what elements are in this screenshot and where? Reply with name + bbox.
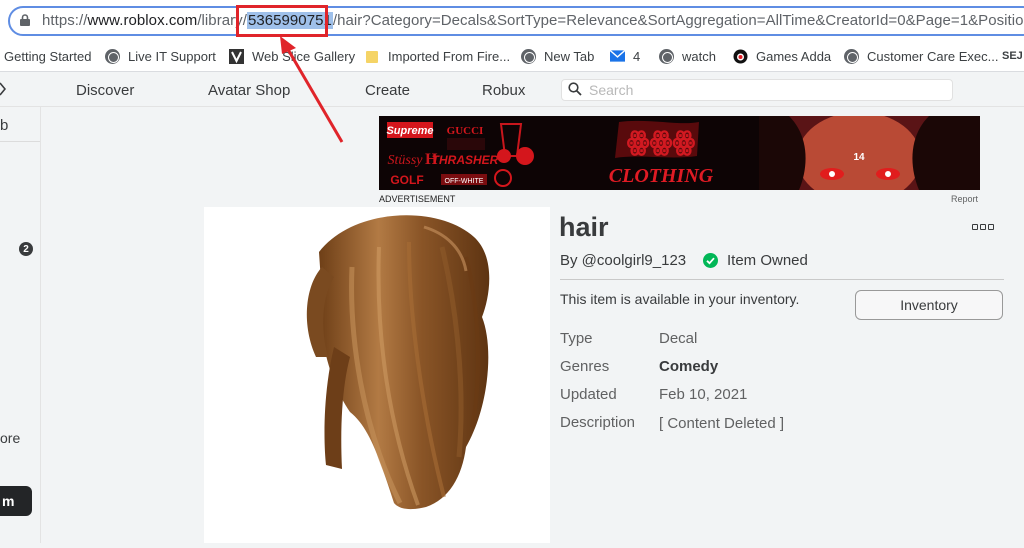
ad-word-supreme: Supreme xyxy=(386,125,433,137)
hair-item-image xyxy=(306,215,490,510)
globe-icon xyxy=(659,48,674,64)
games-adda-icon xyxy=(733,49,748,64)
details-divider xyxy=(560,279,1004,280)
field-value-type: Decal xyxy=(659,330,698,347)
bookmark-watch[interactable]: watch xyxy=(659,46,716,66)
bookmark-sej[interactable]: SEJ xyxy=(1002,46,1023,66)
ad-word-14: 14 xyxy=(853,152,865,163)
ad-word-offwhite: OFF-WHITE xyxy=(445,178,484,185)
search-input[interactable] xyxy=(589,80,939,100)
bookmark-label: Imported From Fire... xyxy=(388,48,511,64)
bookmark-label: SEJ xyxy=(1002,50,1023,62)
bookmark-label: Customer Care Exec... xyxy=(867,48,999,64)
notification-badge: 2 xyxy=(19,242,33,256)
bookmark-new-tab[interactable]: New Tab xyxy=(521,46,594,66)
url-host: www.roblox.com xyxy=(87,12,198,29)
svg-text:ꙮꙮꙮ: ꙮꙮꙮ xyxy=(627,127,696,156)
sidebar-divider xyxy=(0,141,40,142)
bookmark-customer-care[interactable]: Customer Care Exec... xyxy=(844,46,999,66)
ad-word-thrasher: THRASHER xyxy=(432,153,499,167)
globe-icon xyxy=(521,48,536,64)
ad-word-gucci: GUCCI xyxy=(447,125,484,137)
checkmark-icon xyxy=(703,253,718,268)
search-icon xyxy=(568,82,582,96)
annotation-arrow-icon xyxy=(280,36,344,143)
item-title: hair xyxy=(559,212,609,242)
ad-banner-artwork: Supreme GUCCI Stüssy H THRASHER GOLF OFF… xyxy=(379,116,980,190)
sidebar-item-more[interactable]: ore xyxy=(0,430,20,446)
bookmark-imported-from-firefox[interactable]: Imported From Fire... xyxy=(365,46,510,66)
nav-discover[interactable]: Discover xyxy=(76,82,134,99)
sidebar-button-partial[interactable]: m xyxy=(0,486,32,516)
field-value-genres[interactable]: Comedy xyxy=(659,358,718,375)
bookmark-label: watch xyxy=(682,48,716,64)
web-slice-icon xyxy=(229,48,244,64)
bookmark-label: 4 xyxy=(633,48,641,64)
bookmark-games-adda[interactable]: Games Adda xyxy=(733,46,831,66)
globe-icon xyxy=(105,48,120,64)
url-prefix: https:// xyxy=(42,12,88,29)
more-options-icon[interactable] xyxy=(972,224,994,230)
field-label-description: Description xyxy=(560,414,636,431)
lock-icon xyxy=(20,14,30,26)
item-owned-text: Item Owned xyxy=(727,252,808,269)
left-sidebar xyxy=(0,107,41,543)
folder-icon xyxy=(365,49,380,64)
bookmark-label: New Tab xyxy=(544,48,595,64)
field-label-genres: Genres xyxy=(560,358,610,375)
url-text[interactable]: https://www.roblox.com/library/536599075… xyxy=(42,12,1024,29)
field-label-updated: Updated xyxy=(560,386,617,403)
svg-text:Stüssy: Stüssy xyxy=(388,153,424,168)
url-path-after: /hair?Category=Decals&SortType=Relevance… xyxy=(332,12,1024,29)
nav-create[interactable]: Create xyxy=(365,82,410,99)
ad-banner[interactable]: Supreme GUCCI Stüssy H THRASHER GOLF OFF… xyxy=(379,116,980,190)
bookmark-label: Games Adda xyxy=(756,48,832,64)
field-label-type: Type xyxy=(560,330,593,347)
sidebar-item-partial[interactable]: b xyxy=(0,117,8,134)
close-icon[interactable] xyxy=(0,80,7,98)
ad-word-golf: GOLF xyxy=(390,173,423,187)
field-value-updated: Feb 10, 2021 xyxy=(659,386,748,403)
bookmark-mail[interactable]: 4 xyxy=(610,46,640,66)
bookmark-label: Live IT Support xyxy=(128,48,216,64)
browser-address-bar: https://www.roblox.com/library/536599075… xyxy=(0,0,1024,42)
inventory-button[interactable]: Inventory xyxy=(855,290,1003,320)
bookmark-live-it-support[interactable]: Live IT Support xyxy=(105,46,216,66)
mail-icon xyxy=(610,49,625,64)
item-creator-link[interactable]: By @coolgirl9_123 xyxy=(560,252,686,269)
bookmark-label: Getting Started xyxy=(4,48,92,64)
bookmark-getting-started[interactable]: Getting Started xyxy=(4,46,91,66)
nav-robux[interactable]: Robux xyxy=(482,82,525,99)
ad-word-clothing: CLOTHING xyxy=(609,165,714,187)
item-thumbnail xyxy=(204,207,550,543)
inventory-message: This item is available in your inventory… xyxy=(560,291,800,307)
globe-icon xyxy=(844,48,859,64)
field-value-description: [ Content Deleted ] xyxy=(659,415,785,432)
ad-report-link[interactable]: Report xyxy=(951,194,978,204)
ad-label: ADVERTISEMENT xyxy=(379,194,456,204)
